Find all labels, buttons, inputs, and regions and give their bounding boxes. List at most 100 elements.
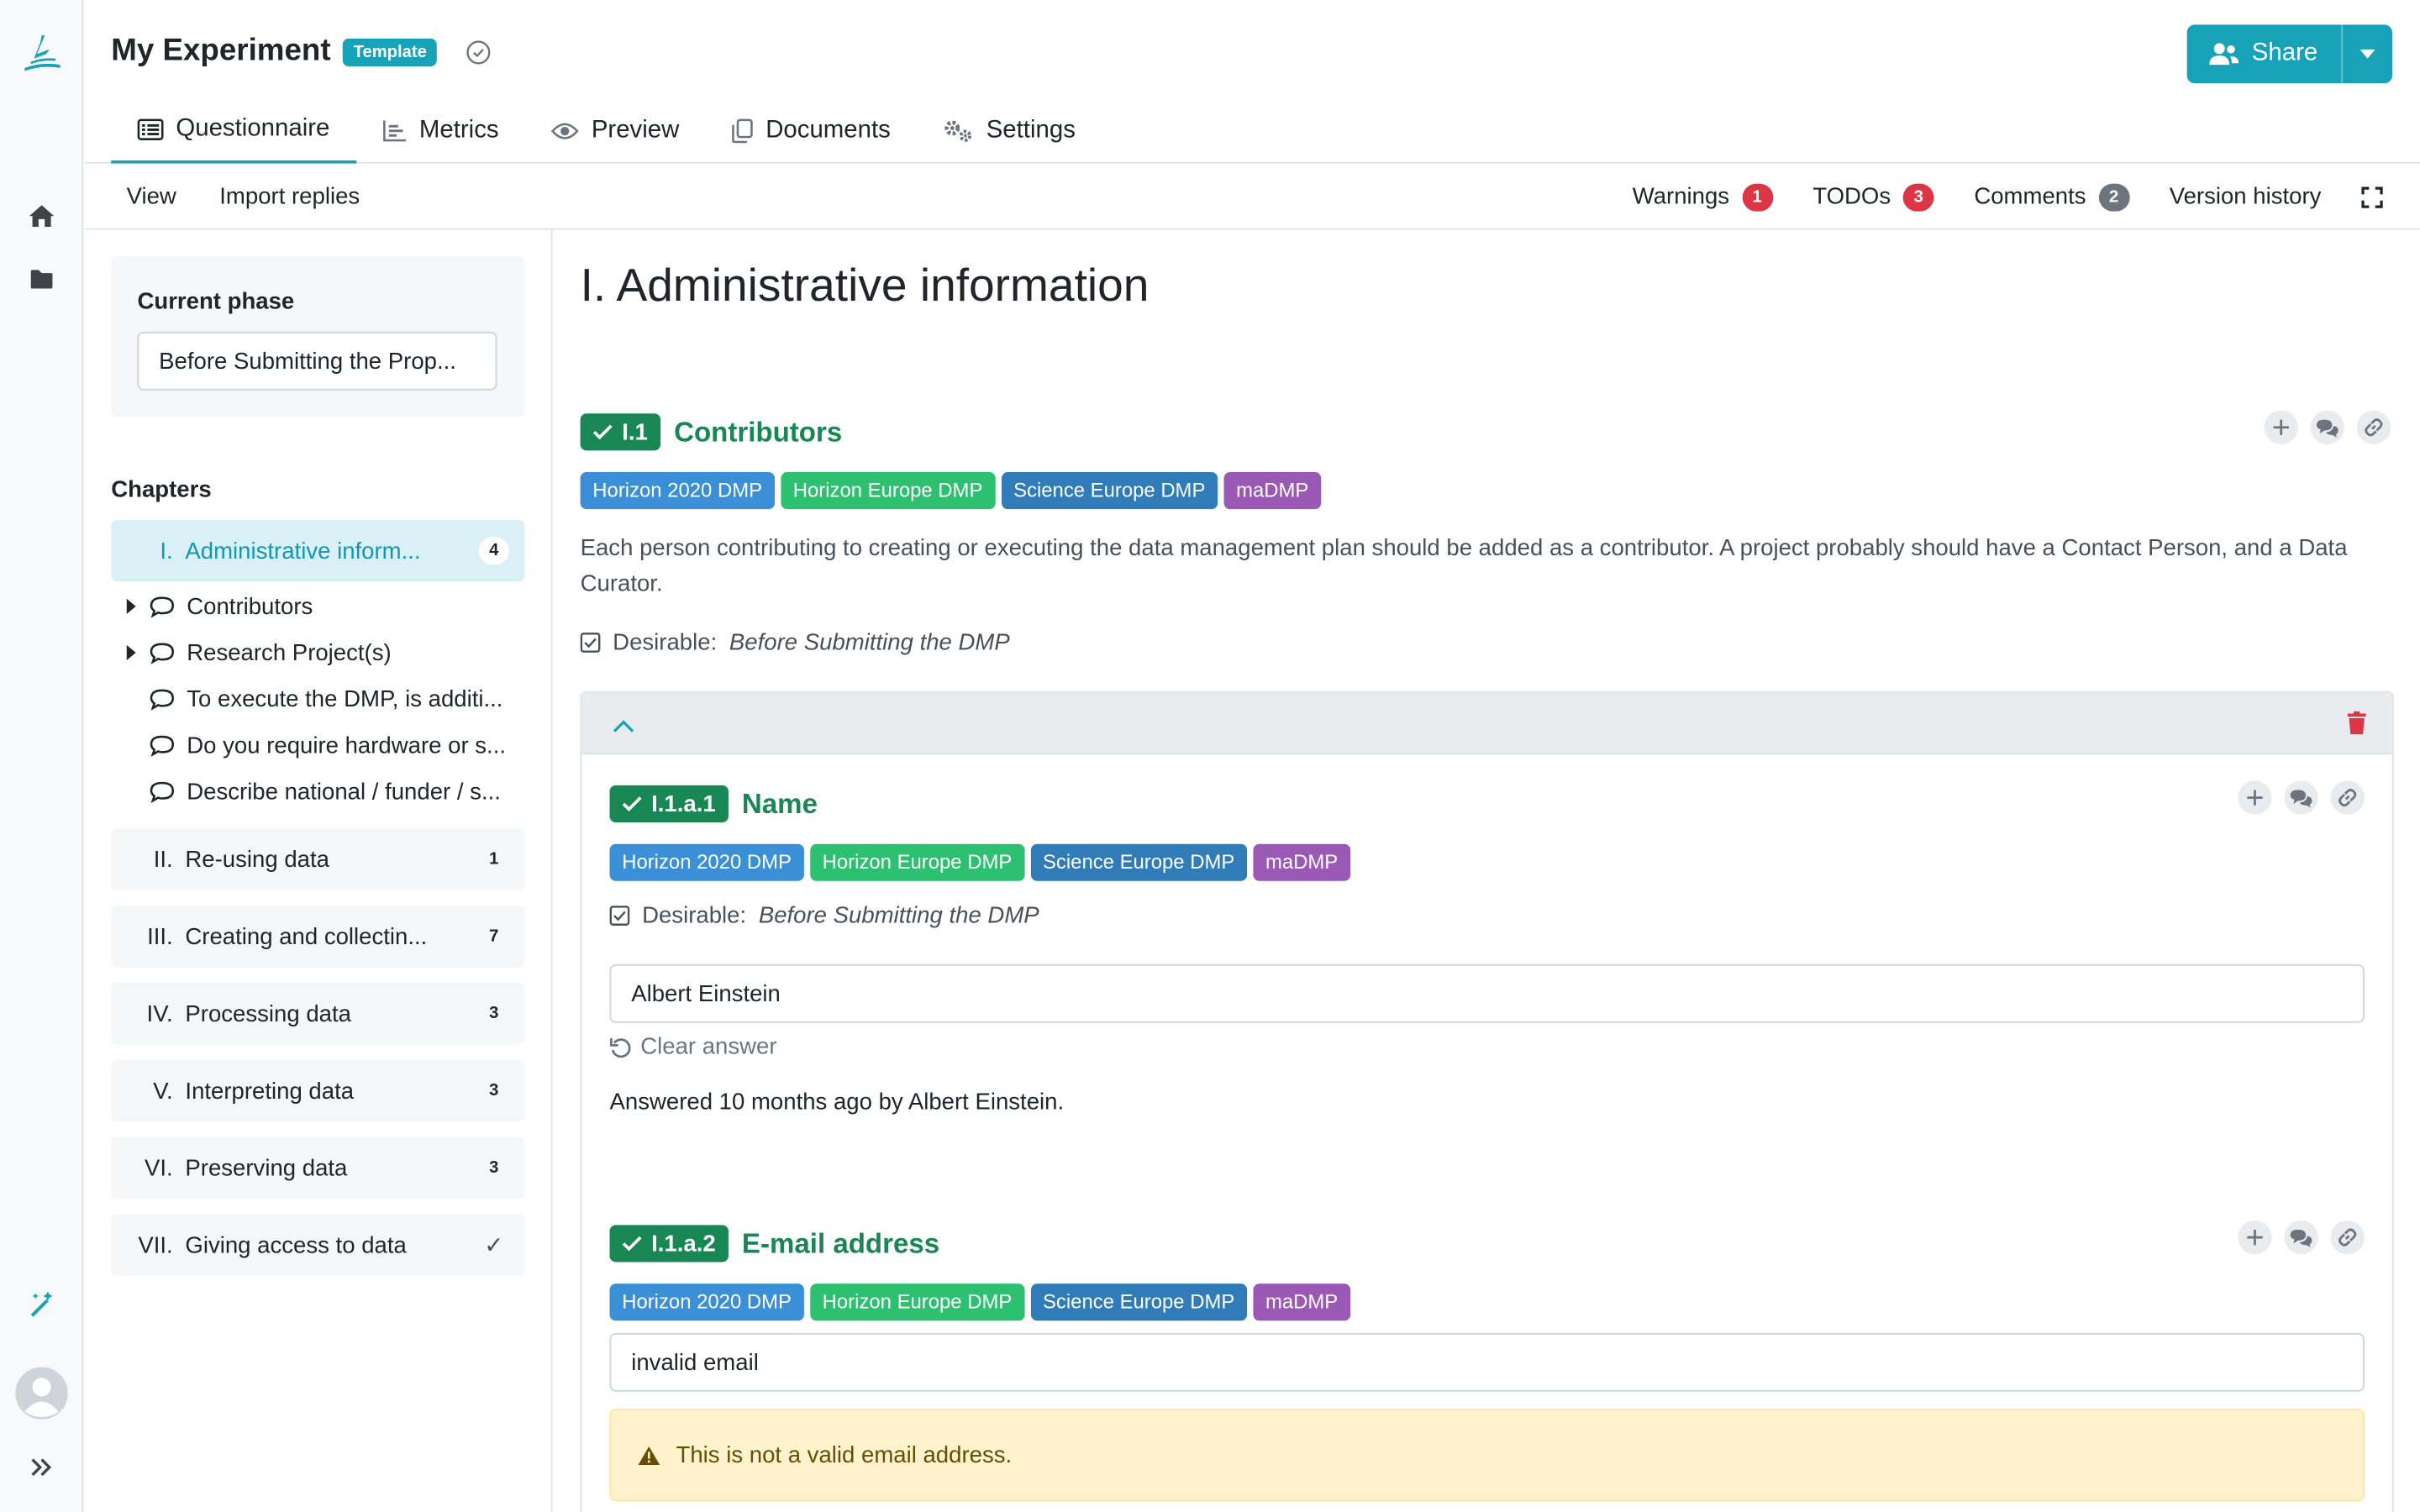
sidebar-question-research-projects[interactable]: Research Project(s) bbox=[126, 629, 531, 675]
sidebar-question-national-funder[interactable]: Describe national / funder / s... bbox=[127, 769, 531, 815]
check-circle-icon bbox=[466, 40, 491, 71]
comment-icon bbox=[150, 688, 174, 710]
question-tags: Horizon 2020 DMP Horizon Europe DMP Scie… bbox=[580, 472, 1322, 510]
tab-questionnaire[interactable]: Questionnaire bbox=[111, 102, 356, 164]
warning-icon bbox=[638, 1446, 660, 1465]
add-icon[interactable] bbox=[2238, 780, 2272, 815]
comments-icon[interactable] bbox=[2284, 780, 2318, 815]
chevron-down-icon[interactable] bbox=[2341, 24, 2392, 84]
questionnaire-toolbar: View Import replies Warnings 1 TODOs 3 C… bbox=[85, 163, 2420, 230]
chapters-sidebar: Current phase Before Submitting the Prop… bbox=[85, 229, 553, 1512]
chapter-item-4[interactable]: IV. Processing data 3 bbox=[111, 983, 525, 1045]
tag-horizon-2020: Horizon 2020 DMP bbox=[580, 472, 775, 510]
gears-icon bbox=[944, 120, 972, 142]
check-icon bbox=[622, 796, 642, 811]
question-number-badge: I.1.a.2 bbox=[609, 1225, 729, 1263]
question-header: I.1.a.1 Name bbox=[609, 785, 818, 822]
eye-icon bbox=[551, 123, 580, 139]
view-menu[interactable]: View bbox=[127, 183, 176, 209]
tag-horizon-2020: Horizon 2020 DMP bbox=[609, 1284, 804, 1321]
check-icon: ✓ bbox=[484, 1232, 504, 1259]
check-icon bbox=[592, 424, 613, 440]
email-field[interactable]: invalid email bbox=[609, 1332, 2365, 1392]
tag-horizon-europe: Horizon Europe DMP bbox=[781, 472, 996, 510]
current-phase-panel: Current phase Before Submitting the Prop… bbox=[111, 255, 525, 417]
current-phase-label: Current phase bbox=[137, 288, 295, 315]
tab-metrics[interactable]: Metrics bbox=[356, 102, 525, 160]
tag-horizon-europe: Horizon Europe DMP bbox=[809, 1284, 1024, 1321]
avatar[interactable] bbox=[0, 1366, 83, 1421]
share-label: Share bbox=[2251, 39, 2318, 66]
project-title: My Experiment bbox=[111, 34, 331, 68]
chapter-item-6[interactable]: VI. Preserving data 3 bbox=[111, 1137, 525, 1200]
item-header bbox=[581, 692, 2392, 755]
fullscreen-icon[interactable] bbox=[2361, 186, 2383, 207]
chapter-count: 1 bbox=[489, 850, 499, 869]
chapter-title: I. Administrative information bbox=[580, 260, 1150, 312]
sidebar-question-contributors[interactable]: Contributors bbox=[126, 583, 531, 629]
add-icon[interactable] bbox=[2264, 410, 2298, 444]
chart-icon bbox=[382, 120, 406, 142]
copy-icon bbox=[732, 118, 753, 144]
comment-icon bbox=[150, 642, 174, 664]
name-input[interactable]: Albert Einstein bbox=[609, 963, 2365, 1023]
logo-icon[interactable] bbox=[0, 28, 83, 80]
phase-select[interactable]: Before Submitting the Prop... bbox=[137, 331, 497, 391]
tag-science-europe: Science Europe DMP bbox=[1030, 843, 1247, 881]
expand-icon[interactable] bbox=[0, 1451, 83, 1484]
comments-icon[interactable] bbox=[2310, 410, 2344, 444]
link-icon[interactable] bbox=[2356, 410, 2391, 444]
questionnaire-content: I. Administrative information I.1 Contri… bbox=[554, 229, 2420, 1512]
chapter-item-2[interactable]: II. Re-using data 1 bbox=[111, 828, 525, 890]
chapter-item-7[interactable]: VII. Giving access to data ✓ bbox=[111, 1214, 525, 1276]
project-tabs: Questionnaire Metrics Preview Documents … bbox=[111, 102, 1102, 164]
question-actions bbox=[2238, 1220, 2365, 1255]
link-icon[interactable] bbox=[2330, 1220, 2365, 1255]
comments-button[interactable]: Comments 2 bbox=[1974, 182, 2129, 211]
comment-icon bbox=[150, 780, 174, 803]
tag-science-europe: Science Europe DMP bbox=[1030, 1284, 1247, 1321]
question-tags: Horizon 2020 DMP Horizon Europe DMP Scie… bbox=[609, 843, 1350, 881]
tab-settings[interactable]: Settings bbox=[917, 102, 1102, 160]
chapters-heading: Chapters bbox=[111, 476, 212, 503]
check-icon bbox=[622, 1236, 642, 1252]
sidebar-question-hardware[interactable]: Do you require hardware or s... bbox=[127, 722, 531, 769]
import-replies-button[interactable]: Import replies bbox=[219, 183, 360, 209]
wand-icon[interactable] bbox=[0, 1287, 83, 1320]
tab-documents[interactable]: Documents bbox=[706, 102, 917, 160]
tag-madmp: maDMP bbox=[1223, 472, 1322, 510]
version-history-button[interactable]: Version history bbox=[2170, 184, 2322, 210]
share-button[interactable]: Share bbox=[2186, 24, 2392, 84]
chapter-count: 3 bbox=[489, 1004, 499, 1023]
comment-icon bbox=[150, 734, 174, 757]
warnings-button[interactable]: Warnings 1 bbox=[1633, 182, 1773, 211]
caret-right-icon bbox=[126, 644, 136, 661]
chevron-up-icon[interactable] bbox=[613, 713, 634, 739]
comments-icon[interactable] bbox=[2284, 1220, 2318, 1255]
sidebar-question-execute-dmp[interactable]: To execute the DMP, is additi... bbox=[127, 675, 531, 722]
tag-horizon-2020: Horizon 2020 DMP bbox=[609, 843, 804, 881]
validation-warning: This is not a valid email address. bbox=[609, 1408, 2365, 1502]
folder-icon[interactable] bbox=[0, 262, 83, 296]
comment-icon bbox=[150, 596, 174, 617]
tab-preview[interactable]: Preview bbox=[525, 102, 706, 160]
chapter-item-5[interactable]: V. Interpreting data 3 bbox=[111, 1059, 525, 1122]
chapter-count: 7 bbox=[489, 927, 499, 946]
question-number-badge: I.1 bbox=[580, 413, 660, 451]
undo-icon bbox=[609, 1037, 631, 1058]
checkbox-icon bbox=[609, 906, 630, 926]
trash-icon[interactable] bbox=[2347, 711, 2366, 741]
chapter-count: 4 bbox=[478, 537, 510, 565]
left-rail bbox=[0, 0, 84, 1512]
todos-button[interactable]: TODOs 3 bbox=[1812, 182, 1934, 211]
question-number-badge: I.1.a.1 bbox=[609, 785, 729, 822]
chapter-item-3[interactable]: III. Creating and collectin... 7 bbox=[111, 906, 525, 968]
clear-answer-button[interactable]: Clear answer bbox=[609, 1034, 777, 1060]
todos-count: 3 bbox=[1902, 182, 1934, 211]
home-icon[interactable] bbox=[0, 197, 83, 234]
chapter-item-1[interactable]: I. Administrative inform... 4 bbox=[111, 519, 525, 582]
link-icon[interactable] bbox=[2330, 780, 2365, 815]
question-header: I.1.a.2 E-mail address bbox=[609, 1225, 939, 1263]
warnings-count: 1 bbox=[1741, 182, 1773, 211]
add-icon[interactable] bbox=[2238, 1220, 2272, 1255]
